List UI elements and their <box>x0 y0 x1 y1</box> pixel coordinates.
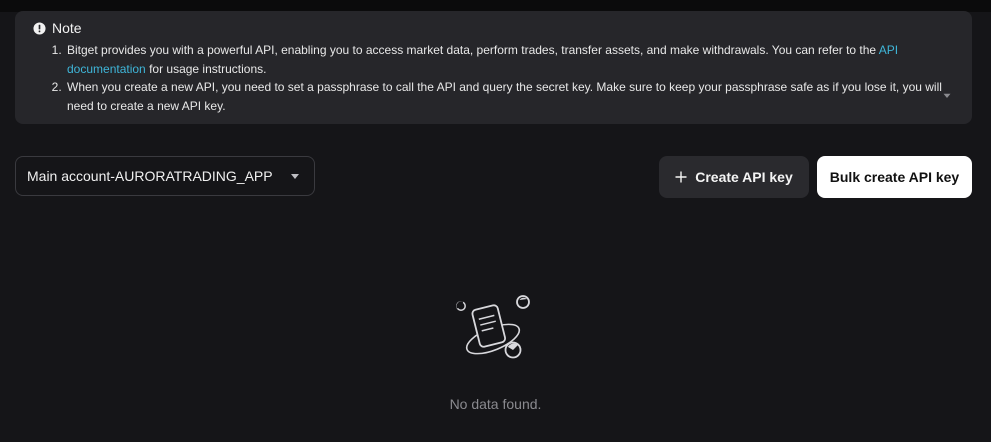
note-item-text: Bitget provides you with a powerful API,… <box>67 43 879 57</box>
info-circle-icon <box>33 21 46 35</box>
empty-state-message: No data found. <box>449 396 542 412</box>
account-select-value: Main account-AURORATRADING_APP <box>27 168 273 184</box>
note-panel: Note Bitget provides you with a powerful… <box>15 11 972 124</box>
chevron-down-icon[interactable] <box>943 93 951 99</box>
create-api-key-button[interactable]: Create API key <box>659 156 809 198</box>
empty-document-icon <box>456 295 530 359</box>
note-item: Bitget provides you with a powerful API,… <box>65 41 954 78</box>
plus-icon <box>675 171 687 183</box>
note-item-text: When you create a new API, you need to s… <box>67 80 942 113</box>
note-header: Note <box>33 19 954 37</box>
note-list: Bitget provides you with a powerful API,… <box>33 41 954 115</box>
caret-down-icon <box>291 174 299 179</box>
note-item-text: for usage instructions. <box>145 61 267 76</box>
note-title: Note <box>52 20 82 36</box>
bulk-create-api-key-button[interactable]: Bulk create API key <box>817 156 972 198</box>
create-api-key-label: Create API key <box>695 169 793 185</box>
note-item: When you create a new API, you need to s… <box>65 78 954 115</box>
account-select[interactable]: Main account-AURORATRADING_APP <box>15 156 315 196</box>
